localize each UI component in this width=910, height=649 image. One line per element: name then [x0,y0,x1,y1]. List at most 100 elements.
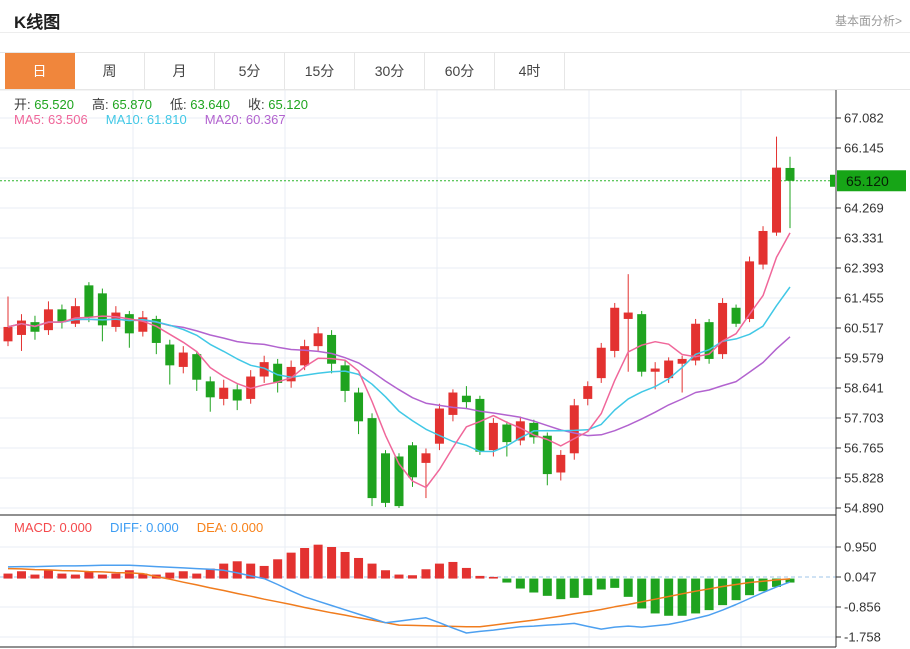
candle-body [314,333,323,346]
macd-bar [421,569,430,578]
current-price-label: 65.120 [846,173,889,189]
macd-bar [732,579,741,601]
kline-page: K线图 基本面分析> 日周月5分15分30分60分4时 67.08266.145… [0,0,910,649]
macd-bar [57,574,66,579]
y-axis-label: 56.765 [844,441,884,456]
candle-body [341,365,350,391]
candle-body [489,423,498,450]
macd-bar [678,579,687,616]
candle-body [233,389,242,400]
candle-body [44,309,53,330]
candle-body [300,346,309,365]
ma5-line [8,233,790,488]
candle-body [570,405,579,453]
candle-body [57,309,66,322]
candle-body [732,308,741,324]
candle-body [637,314,646,372]
tab-日[interactable]: 日 [5,53,75,89]
macd-bar [597,579,606,590]
candle-body [651,369,660,372]
macd-bar [651,579,660,614]
macd-bar [502,579,511,583]
candle-body [435,409,444,444]
macd-bar [273,559,282,578]
candle-body [772,168,781,233]
y-axis-label: 58.641 [844,381,884,396]
macd-bar [556,579,565,600]
macd-bar [583,579,592,596]
macd-bar [691,579,700,614]
macd-bar [341,552,350,579]
candle-body [165,345,174,366]
candle-body [610,308,619,351]
y-axis-label: 63.331 [844,231,884,246]
macd-bar [516,579,525,589]
macd-axis-label: -0.856 [844,600,881,615]
macd-bar [179,571,188,578]
macd-bar [125,570,134,578]
candle-body [462,396,471,402]
candle-body [84,285,93,317]
macd-bar [448,562,457,579]
macd-bar [570,579,579,598]
candle-body [71,306,80,324]
macd-bar [300,548,309,579]
candle-body [786,168,795,181]
macd-bar [71,575,80,579]
macd-bar [435,564,444,579]
macd-bar [462,568,471,579]
candle-body [597,348,606,378]
macd-bar [287,553,296,579]
candle-body [4,327,13,341]
candle-body [381,453,390,503]
page-title: K线图 [14,8,60,33]
tab-月[interactable]: 月 [145,53,215,89]
y-axis-label: 60.517 [844,321,884,336]
candle-body [759,231,768,265]
interval-tabbar: 日周月5分15分30分60分4时 [0,52,910,90]
macd-bar [30,575,39,579]
tab-60分[interactable]: 60分 [425,53,495,89]
tab-4时[interactable]: 4时 [495,53,565,89]
macd-bar [327,547,336,579]
candle-body [475,399,484,452]
macd-bar [705,579,714,611]
candle-body [678,359,687,364]
tab-15分[interactable]: 15分 [285,53,355,89]
candle-body [556,455,565,473]
tab-30分[interactable]: 30分 [355,53,425,89]
candle-body [408,445,417,477]
title-divider [0,32,910,33]
tab-周[interactable]: 周 [75,53,145,89]
macd-bar [381,570,390,578]
candle-body [206,381,215,397]
y-axis-label: 61.455 [844,291,884,306]
macd-bar [98,575,107,579]
candle-body [17,321,26,335]
y-axis-label: 57.703 [844,411,884,426]
price-tag-marker [830,175,835,187]
macd-bar [543,579,552,596]
tab-5分[interactable]: 5分 [215,53,285,89]
macd-bar [718,579,727,606]
macd-bar [354,558,363,579]
macd-axis-label: 0.950 [844,540,877,555]
macd-bar [314,545,323,579]
macd-bar [529,579,538,593]
macd-bar [624,579,633,597]
macd-bar [233,561,242,578]
y-axis-label: 64.269 [844,201,884,216]
macd-bar [165,573,174,579]
macd-bar [111,574,120,579]
macd-bar [475,576,484,579]
macd-bar [408,575,417,578]
fundamental-analysis-link[interactable]: 基本面分析> [835,12,902,29]
macd-bar [4,574,13,579]
y-axis-label: 62.393 [844,261,884,276]
candle-body [718,303,727,354]
candle-body [368,418,377,498]
candle-body [192,354,201,380]
kline-chart: 67.08266.14564.26963.33162.39361.45560.5… [0,88,910,649]
macd-bar [610,579,619,588]
macd-axis-label: -1.758 [844,630,881,645]
